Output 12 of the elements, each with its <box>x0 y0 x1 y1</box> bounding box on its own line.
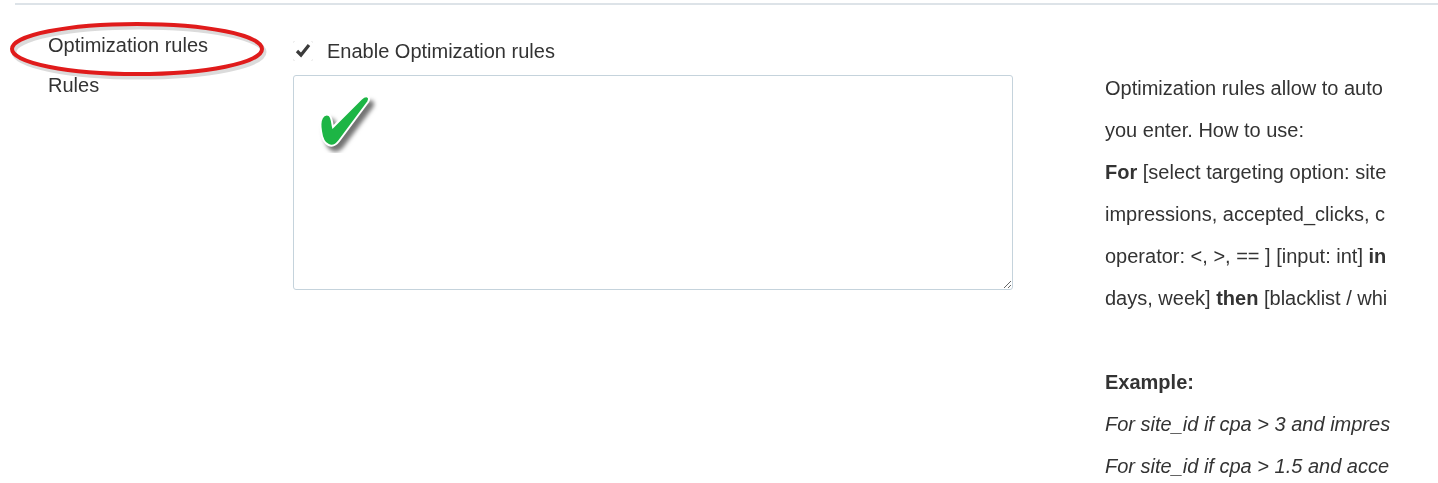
example-heading: Example: <box>1105 370 1195 395</box>
help-text: For [select targeting option: site <box>1105 160 1388 185</box>
help-text: Optimization rules allow to auto <box>1105 76 1384 101</box>
example-text: For site_id if cpa > 3 and impres <box>1105 412 1392 437</box>
help-text: days, week] then [blacklist / whi <box>1105 286 1389 311</box>
help-text: impressions, accepted_clicks, c <box>1105 202 1387 228</box>
help-text: you enter. How to use: <box>1105 118 1305 143</box>
example-text: For site_id if cpa > 1.5 and acce <box>1105 454 1391 479</box>
field-label: Rules <box>48 74 100 96</box>
field-label: Optimization rules <box>48 34 209 56</box>
checkbox-label: Enable Optimization rules <box>327 39 555 63</box>
help-text: operator: <, >, == ] [input: int] in <box>1105 244 1388 269</box>
